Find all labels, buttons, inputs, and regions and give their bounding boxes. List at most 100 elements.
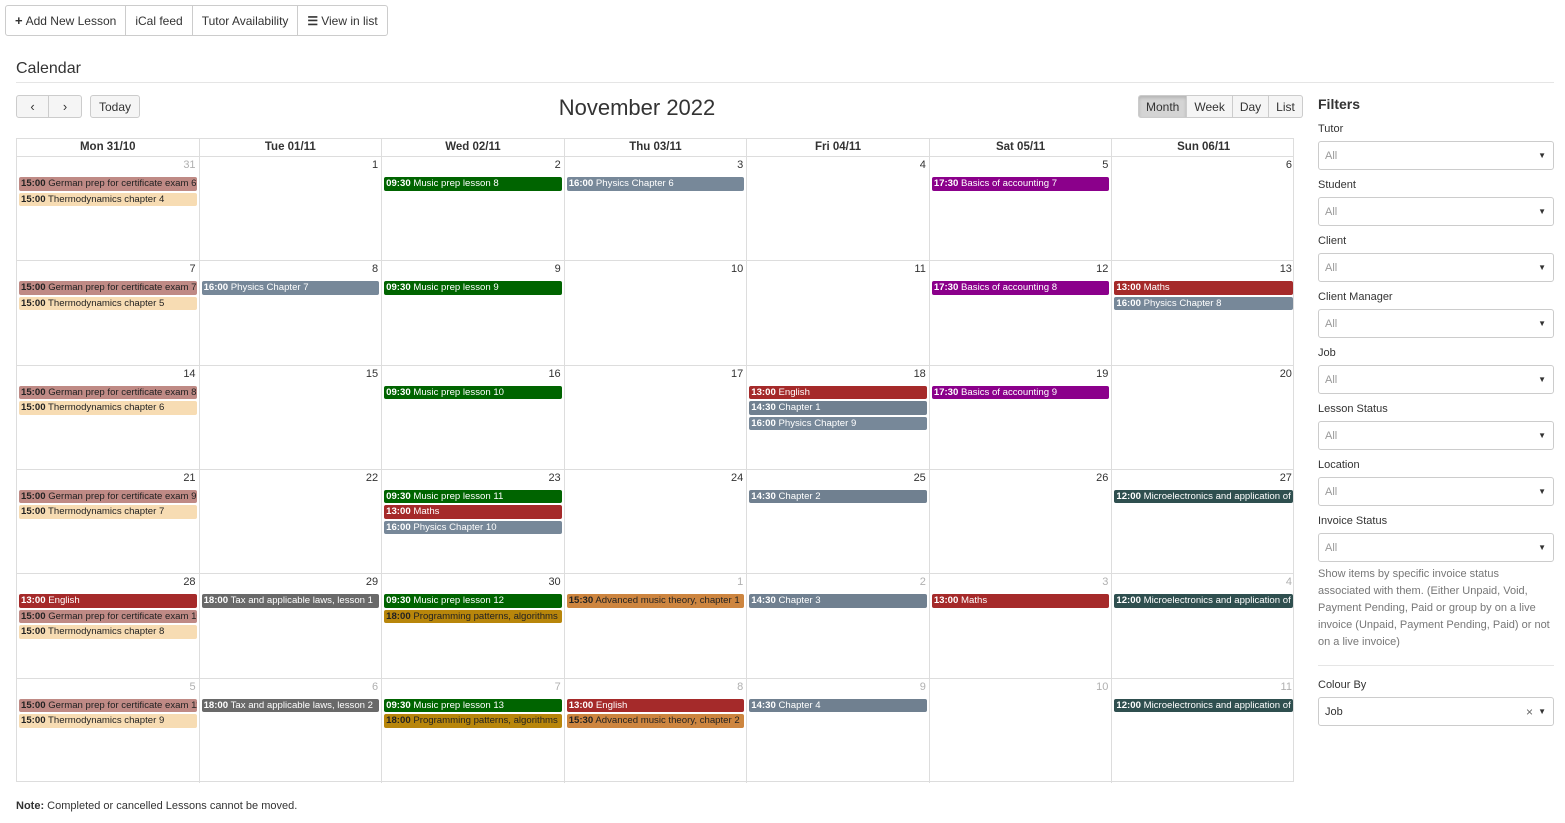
lesson-event[interactable]: 13:00 Maths: [931, 594, 1110, 608]
view-in-list-button[interactable]: ☰ View in list: [298, 6, 386, 35]
lesson-event[interactable]: 15:00 German prep for certificate exam 6: [19, 177, 197, 191]
filter-select[interactable]: All ▼: [1318, 533, 1554, 562]
day-cell[interactable]: 10: [565, 261, 748, 365]
lesson-event[interactable]: 15:00 German prep for certificate exam 8: [19, 385, 197, 400]
lesson-event[interactable]: 18:00 Tax and applicable laws, lesson 1: [201, 594, 380, 608]
day-cell[interactable]: 9 14:30 Chapter 4: [747, 678, 930, 783]
lesson-event[interactable]: 16:00 Physics Chapter 9: [749, 416, 927, 431]
lesson-event[interactable]: 09:30 Music prep lesson 8: [384, 177, 562, 191]
day-cell[interactable]: 13 13:00 Maths 16:00 Physics Chapter 8: [1112, 261, 1295, 364]
day-cell[interactable]: 6: [1112, 157, 1295, 260]
lesson-event[interactable]: 14:30 Chapter 4: [749, 698, 927, 713]
lesson-event[interactable]: 13:00 English: [19, 594, 197, 608]
day-cell[interactable]: 24: [565, 469, 748, 574]
lesson-event[interactable]: 15:30 Advanced music theory, chapter 1: [566, 594, 745, 608]
day-cell[interactable]: 7 15:00 German prep for certificate exam …: [17, 261, 200, 365]
day-cell[interactable]: 22: [200, 469, 383, 574]
filter-select[interactable]: All ▼: [1318, 253, 1554, 282]
lesson-event[interactable]: 17:30 Basics of accounting 7: [931, 177, 1110, 191]
lesson-event[interactable]: 15:00 Thermodynamics chapter 8: [19, 625, 197, 639]
month-view-button[interactable]: Month: [1138, 95, 1188, 118]
lesson-event[interactable]: 17:30 Basics of accounting 8: [931, 281, 1110, 295]
lesson-event[interactable]: 15:00 German prep for certificate exam 1…: [19, 609, 197, 624]
day-cell[interactable]: 5 17:30 Basics of accounting 7: [930, 157, 1113, 261]
next-month-button[interactable]: ›: [49, 95, 82, 118]
lesson-event[interactable]: 15:00 Thermodynamics chapter 7: [19, 505, 197, 519]
today-button[interactable]: Today: [90, 95, 141, 118]
lesson-event[interactable]: 16:00 Physics Chapter 6: [566, 177, 745, 191]
lesson-event[interactable]: 18:00 Programming patterns, algorithms: [384, 714, 562, 728]
day-cell[interactable]: 11 12:00 Microelectronics and application…: [1112, 679, 1295, 783]
ical-feed-button[interactable]: iCal feed: [126, 6, 193, 35]
day-cell[interactable]: 25 14:30 Chapter 2: [747, 469, 930, 574]
day-cell[interactable]: 26: [930, 469, 1113, 574]
day-cell[interactable]: 4: [747, 157, 930, 261]
lesson-event[interactable]: 09:30 Music prep lesson 12: [384, 594, 562, 608]
add-new-lesson-button[interactable]: + Add New Lesson: [6, 6, 127, 35]
list-view-button[interactable]: List: [1269, 95, 1303, 118]
lesson-event[interactable]: 15:00 Thermodynamics chapter 6: [19, 401, 197, 415]
lesson-event[interactable]: 15:00 German prep for certificate exam 7: [19, 281, 197, 295]
day-cell[interactable]: 1 15:30 Advanced music theory, chapter 1: [565, 574, 748, 678]
lesson-event[interactable]: 15:00 Thermodynamics chapter 4: [19, 192, 197, 206]
tutor-availability-button[interactable]: Tutor Availability: [193, 6, 299, 35]
day-cell[interactable]: 6 18:00 Tax and applicable laws, lesson 2: [200, 678, 383, 783]
day-cell[interactable]: 18 13:00 English 14:30 Chapter 1 16:00 Phys…: [747, 365, 930, 469]
lesson-event[interactable]: 09:30 Music prep lesson 10: [384, 385, 562, 400]
day-cell[interactable]: 8 13:00 English 15:30 Advanced music theor…: [565, 678, 748, 783]
day-view-button[interactable]: Day: [1232, 95, 1270, 118]
day-cell[interactable]: 31 15:00 German prep for certificate exam…: [17, 157, 200, 261]
day-cell[interactable]: 2 09:30 Music prep lesson 8: [382, 157, 565, 261]
lesson-event[interactable]: 13:00 English: [749, 385, 927, 400]
day-cell[interactable]: 15: [200, 365, 383, 469]
day-cell[interactable]: 21 15:00 German prep for certificate exam…: [17, 469, 200, 574]
day-cell[interactable]: 11: [747, 261, 930, 365]
day-cell[interactable]: 9 09:30 Music prep lesson 9: [382, 261, 565, 365]
day-cell[interactable]: 1: [200, 157, 383, 261]
lesson-event[interactable]: 13:00 Maths: [1114, 281, 1293, 295]
lesson-event[interactable]: 15:00 German prep for certificate exam 1…: [19, 698, 197, 713]
day-cell[interactable]: 30 09:30 Music prep lesson 12 18:00 Progra…: [382, 574, 565, 678]
lesson-event[interactable]: 14:30 Chapter 1: [749, 401, 927, 415]
day-cell[interactable]: 2 14:30 Chapter 3: [747, 574, 930, 678]
lesson-event[interactable]: 12:00 Microelectronics and application o…: [1114, 698, 1293, 713]
day-cell[interactable]: 29 18:00 Tax and applicable laws, lesson …: [200, 574, 383, 678]
lesson-event[interactable]: 15:00 Thermodynamics chapter 9: [19, 714, 197, 728]
lesson-event[interactable]: 09:30 Music prep lesson 9: [384, 281, 562, 295]
day-cell[interactable]: 28 13:00 English 15:00 German prep for cer…: [17, 574, 200, 678]
lesson-event[interactable]: 15:00 Thermodynamics chapter 5: [19, 296, 197, 311]
prev-month-button[interactable]: ‹: [16, 95, 49, 118]
lesson-event[interactable]: 16:00 Physics Chapter 8: [1114, 296, 1293, 311]
day-cell[interactable]: 4 12:00 Microelectronics and application …: [1112, 574, 1295, 677]
filter-select[interactable]: All ▼: [1318, 141, 1554, 170]
filter-select[interactable]: All ▼: [1318, 309, 1554, 338]
day-cell[interactable]: 8 16:00 Physics Chapter 7: [200, 261, 383, 365]
lesson-event[interactable]: 12:00 Microelectronics and application o…: [1114, 594, 1293, 608]
lesson-event[interactable]: 14:30 Chapter 3: [749, 594, 927, 608]
day-cell[interactable]: 27 12:00 Microelectronics and application…: [1112, 470, 1295, 573]
lesson-event[interactable]: 09:30 Music prep lesson 13: [384, 698, 562, 713]
day-cell[interactable]: 3 13:00 Maths: [930, 574, 1113, 678]
day-cell[interactable]: 20: [1112, 366, 1295, 469]
filter-select[interactable]: All ▼: [1318, 365, 1554, 394]
lesson-event[interactable]: 12:00 Microelectronics and application o…: [1114, 489, 1293, 504]
filter-select[interactable]: All ▼: [1318, 197, 1554, 226]
day-cell[interactable]: 10: [930, 678, 1113, 783]
day-cell[interactable]: 7 09:30 Music prep lesson 13 18:00 Program…: [382, 678, 565, 783]
colour-by-select[interactable]: Job × ▼: [1318, 697, 1554, 726]
day-cell[interactable]: 23 09:30 Music prep lesson 11 13:00 Maths 1…: [382, 469, 565, 574]
lesson-event[interactable]: 13:00 Maths: [384, 505, 562, 519]
lesson-event[interactable]: 18:00 Programming patterns, algorithms: [384, 609, 562, 624]
clear-icon[interactable]: ×: [1526, 705, 1533, 719]
day-cell[interactable]: 3 16:00 Physics Chapter 6: [565, 157, 748, 261]
day-cell[interactable]: 12 17:30 Basics of accounting 8: [930, 261, 1113, 365]
week-view-button[interactable]: Week: [1187, 95, 1233, 118]
lesson-event[interactable]: 16:00 Physics Chapter 10: [384, 520, 562, 535]
lesson-event[interactable]: 15:00 German prep for certificate exam 9: [19, 489, 197, 504]
lesson-event[interactable]: 17:30 Basics of accounting 9: [931, 385, 1110, 400]
lesson-event[interactable]: 15:30 Advanced music theory, chapter 2: [566, 714, 745, 728]
day-cell[interactable]: 5 15:00 German prep for certificate exam …: [17, 678, 200, 783]
filter-select[interactable]: All ▼: [1318, 421, 1554, 450]
filter-select[interactable]: All ▼: [1318, 477, 1554, 506]
lesson-event[interactable]: 09:30 Music prep lesson 11: [384, 489, 562, 504]
